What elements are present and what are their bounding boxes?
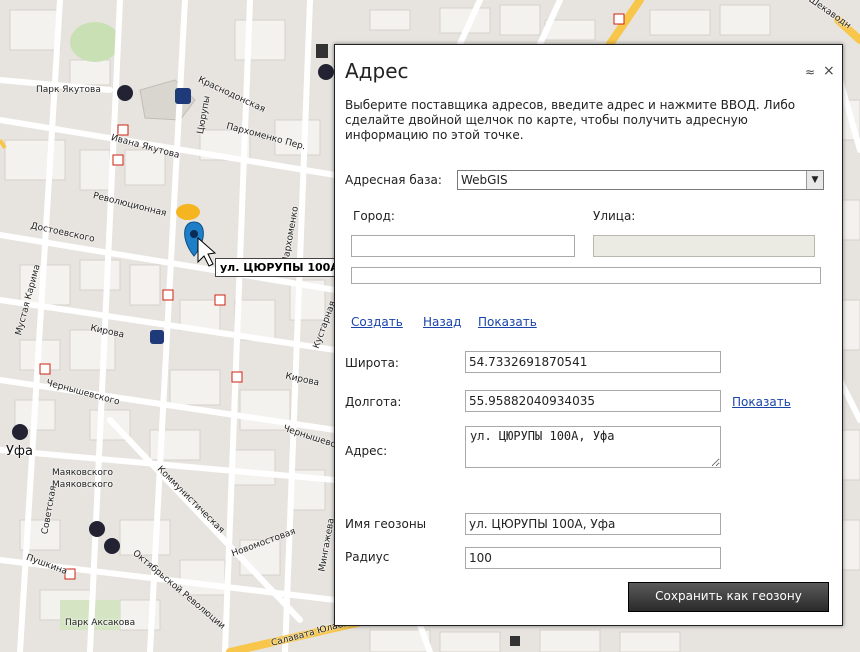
address-base-select[interactable]: WebGIS ▼ [457,170,824,190]
latitude-label: Широта: [345,356,399,370]
city-label: Город: [353,209,395,223]
map-label-park: Парк Аксакова [65,618,136,628]
map-label-park: Парк Якутова [36,85,101,95]
show-link[interactable]: Показать [478,315,537,329]
latitude-input[interactable] [465,351,721,373]
map-label-city: Уфа [6,444,34,459]
geozone-name-input[interactable] [465,513,721,535]
create-link[interactable]: Создать [351,315,403,329]
show-coordinates-link[interactable]: Показать [732,395,791,409]
city-input[interactable] [351,235,575,257]
radius-input[interactable] [465,547,721,569]
panel-description: Выберите поставщика адресов, введите адр… [345,98,796,142]
longitude-label: Долгота: [345,395,402,409]
address-base-label: Адресная база: [345,173,442,187]
map-label-street: Маяковского [52,480,114,490]
dropdown-arrow-icon[interactable]: ▼ [806,171,823,189]
map-label-street: Маяковского [52,468,114,478]
save-as-geozone-button[interactable]: Сохранить как геозону [628,582,829,612]
close-icon[interactable]: × [823,63,835,79]
address-label: Адрес: [345,444,388,458]
address-panel: Адрес ≈ × Выберите поставщика адресов, в… [334,44,843,626]
address-results-bar[interactable] [351,267,821,284]
address-textarea[interactable]: ул. ЦЮРУПЫ 100А, Уфа [465,426,721,468]
geozone-name-label: Имя геозоны [345,517,427,531]
street-input[interactable] [593,235,815,257]
panel-title: Адрес [345,59,409,83]
longitude-input[interactable] [465,390,721,412]
radius-label: Радиус [345,550,390,564]
collapse-icon[interactable]: ≈ [805,65,815,79]
street-label: Улица: [593,209,636,223]
address-base-value: WebGIS [461,173,508,187]
back-link[interactable]: Назад [423,315,461,329]
